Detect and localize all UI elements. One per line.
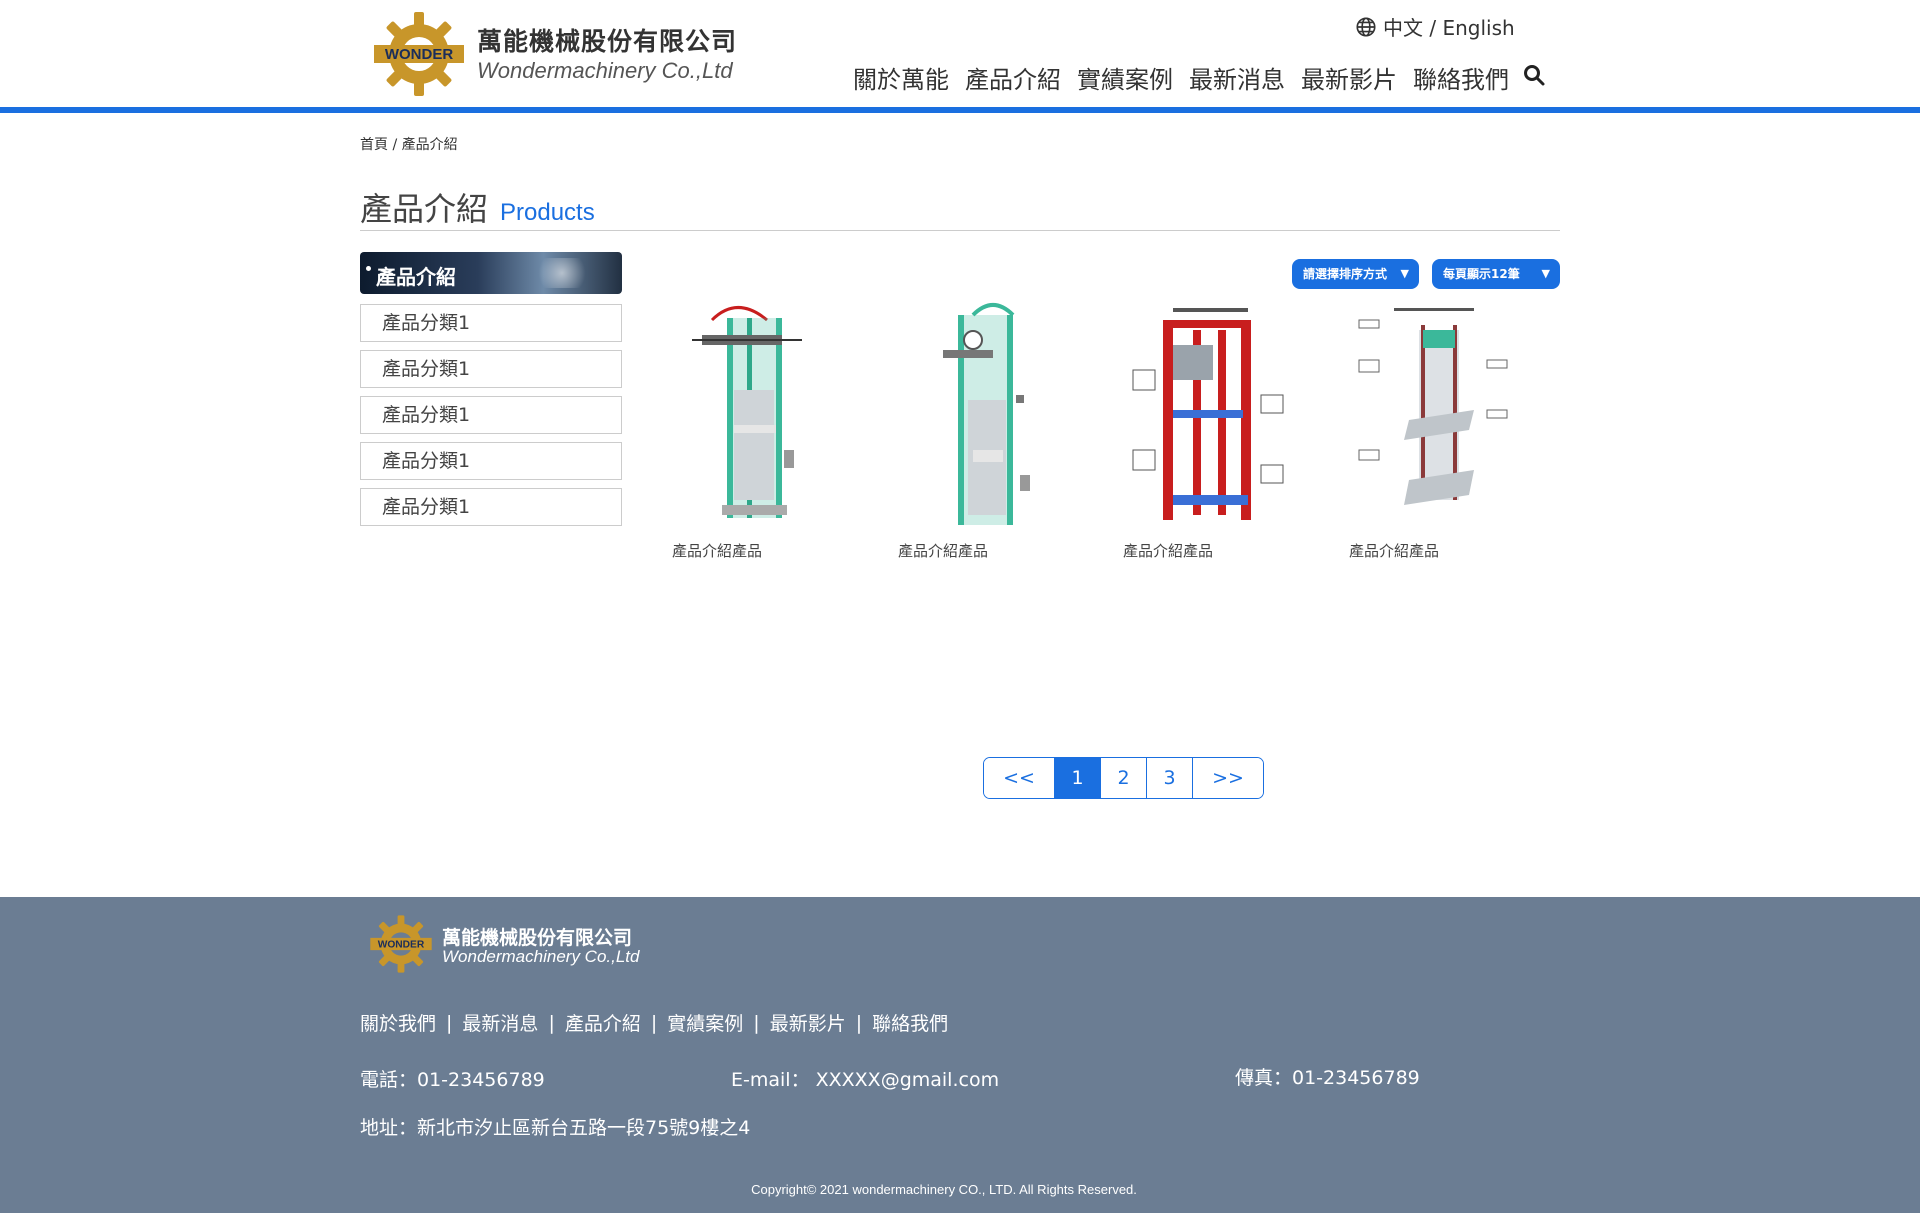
sidebar-item-category[interactable]: 產品分類1: [360, 488, 622, 526]
per-page-select[interactable]: 每頁顯示12筆 ▼: [1432, 259, 1560, 289]
search-icon[interactable]: [1522, 63, 1546, 87]
chevron-down-icon: ▼: [1400, 267, 1409, 280]
product-image[interactable]: [898, 300, 1068, 530]
pagination-page-button[interactable]: 2: [1101, 758, 1147, 798]
footer-phone: 電話：01-23456789: [360, 1069, 545, 1091]
product-image[interactable]: [1349, 300, 1519, 530]
footer-email[interactable]: E-mail： XXXXX@gmail.com: [731, 1065, 999, 1092]
main-nav: 關於萬能 產品介紹 實績案例 最新消息 最新影片 聯絡我們: [853, 60, 1509, 95]
footer-copyright: Copyright© 2021 wondermachinery CO., LTD…: [751, 1182, 1137, 1197]
globe-icon: [1356, 16, 1376, 37]
sidebar-item-category[interactable]: 產品分類1: [360, 396, 622, 434]
nav-news[interactable]: 最新消息: [1189, 60, 1285, 95]
nav-products[interactable]: 產品介紹: [965, 60, 1061, 95]
pagination: << 1 2 3 >>: [983, 757, 1264, 799]
language-label[interactable]: 中文 / English: [1383, 12, 1515, 41]
product-image[interactable]: [672, 300, 842, 530]
product-card[interactable]: 產品介紹產品: [1349, 300, 1519, 560]
header-accent-bar: [0, 107, 1920, 113]
brand-name-en: Wondermachinery Co.,Ltd: [477, 58, 733, 83]
footer-nav-products[interactable]: 產品介紹: [565, 1009, 641, 1036]
product-name[interactable]: 產品介紹產品: [898, 540, 988, 561]
brand-name-cn: 萬能機械股份有限公司: [477, 27, 738, 56]
footer-nav-separator: |: [446, 1011, 453, 1034]
site-header: WONDER 萬能機械股份有限公司 Wondermachinery Co.,Lt…: [0, 0, 1920, 107]
footer-nav: 關於我們 | 最新消息 | 產品介紹 | 實績案例 | 最新影片 | 聯絡我們: [360, 1009, 948, 1036]
nav-videos[interactable]: 最新影片: [1301, 60, 1397, 95]
footer-address: 地址：新北市汐止區新台五路一段75號9樓之4: [360, 1117, 751, 1139]
sidebar-bullet: [366, 266, 371, 271]
footer-nav-separator: |: [548, 1011, 555, 1034]
breadcrumb-current: 產品介紹: [401, 137, 458, 153]
pagination-prev-button[interactable]: <<: [984, 758, 1055, 798]
footer-logo[interactable]: WONDER: [370, 914, 432, 974]
footer-logo-text: WONDER: [378, 939, 425, 950]
product-card[interactable]: 產品介紹產品: [672, 300, 842, 560]
footer-fax: 傳真：01-23456789: [1235, 1067, 1420, 1089]
footer-nav-separator: |: [855, 1011, 863, 1034]
site-footer: WONDER 萬能機械股份有限公司 Wondermachinery Co.,Lt…: [0, 897, 1920, 1213]
footer-nav-videos[interactable]: 最新影片: [770, 1009, 846, 1036]
product-name[interactable]: 產品介紹產品: [672, 540, 762, 561]
breadcrumb-separator: /: [388, 137, 402, 153]
product-image[interactable]: [1123, 300, 1293, 530]
footer-brand-en: Wondermachinery Co.,Ltd: [442, 947, 640, 966]
title-divider: [360, 230, 1560, 231]
logo-text: WONDER: [385, 46, 453, 63]
footer-nav-contact[interactable]: 聯絡我們: [872, 1009, 948, 1036]
footer-nav-separator: |: [753, 1011, 760, 1034]
footer-nav-news[interactable]: 最新消息: [462, 1009, 538, 1036]
product-card[interactable]: 產品介紹產品: [898, 300, 1068, 560]
company-logo[interactable]: WONDER: [374, 10, 464, 98]
product-card[interactable]: 產品介紹產品: [1123, 300, 1293, 560]
nav-about[interactable]: 關於萬能: [853, 60, 949, 95]
footer-nav-separator: |: [650, 1011, 658, 1034]
page-title-cn: 產品介紹: [360, 190, 489, 228]
sidebar-title: 產品介紹: [376, 265, 456, 289]
pagination-page-button[interactable]: 1: [1055, 758, 1101, 798]
footer-brand-cn: 萬能機械股份有限公司: [442, 927, 633, 949]
page-title-en: Products: [500, 199, 595, 226]
nav-cases[interactable]: 實績案例: [1077, 60, 1173, 95]
nav-contact[interactable]: 聯絡我們: [1413, 60, 1509, 95]
sidebar-category-list: 產品分類1 產品分類1 產品分類1 產品分類1 產品分類1: [360, 304, 622, 534]
product-name[interactable]: 產品介紹產品: [1349, 540, 1439, 561]
pagination-next-button[interactable]: >>: [1193, 758, 1263, 798]
footer-nav-cases[interactable]: 實績案例: [667, 1009, 743, 1036]
breadcrumb-home[interactable]: 首頁: [360, 137, 388, 153]
sort-select-label: 請選擇排序方式: [1303, 267, 1388, 281]
footer-nav-about[interactable]: 關於我們: [360, 1009, 436, 1036]
sidebar-item-category[interactable]: 產品分類1: [360, 304, 622, 342]
product-name[interactable]: 產品介紹產品: [1123, 540, 1213, 561]
chevron-down-icon: ▼: [1541, 267, 1550, 280]
pagination-page-button[interactable]: 3: [1147, 758, 1193, 798]
page-title: 產品介紹 Products: [360, 184, 595, 230]
sidebar-header: 產品介紹: [360, 252, 622, 294]
sidebar-item-category[interactable]: 產品分類1: [360, 350, 622, 388]
breadcrumb: 首頁 / 產品介紹: [360, 134, 458, 154]
sidebar-item-category[interactable]: 產品分類1: [360, 442, 622, 480]
sort-select[interactable]: 請選擇排序方式 ▼: [1292, 259, 1419, 289]
language-switch[interactable]: 中文 / English: [1355, 12, 1515, 41]
per-page-select-label: 每頁顯示12筆: [1443, 267, 1520, 281]
